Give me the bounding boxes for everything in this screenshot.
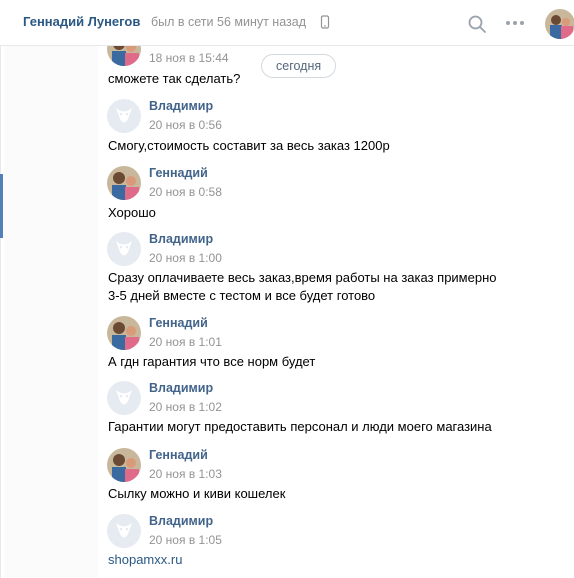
message-author[interactable]: Геннадий [149,316,208,330]
date-separator: сегодня [261,54,337,78]
message-time[interactable]: 18 ноя в 15:44 [149,51,229,65]
avatar[interactable] [107,514,141,548]
avatar[interactable] [107,316,141,350]
message-author[interactable]: Геннадий [149,448,208,462]
message-text: Смогу,стоимость составит за весь заказ 1… [108,138,390,153]
avatar[interactable] [107,166,141,200]
dialogs-column [4,46,98,578]
peer-avatar[interactable] [545,9,574,39]
message-author[interactable]: Владимир [149,99,213,113]
peer-name[interactable]: Геннадий Лунегов [23,14,140,29]
message-author[interactable]: Владимир [149,232,213,246]
search-icon[interactable] [467,14,487,34]
chat-header: Геннадий Лунегов был в сети 56 минут наз… [0,0,574,46]
avatar[interactable] [107,232,141,266]
message-feed[interactable]: 18 ноя в 15:44 сможете так сделать? сего… [99,46,574,578]
message-author[interactable]: Геннадий [149,166,208,180]
message-text: Сылку можно и киви кошелек [108,486,286,501]
message-author[interactable]: Владимир [149,381,213,395]
avatar[interactable] [107,99,141,133]
avatar[interactable] [107,381,141,415]
peer-status: был в сети 56 минут назад [151,15,306,29]
message-text: А гдн гарантия что все норм будет [108,354,316,369]
phone-icon [320,15,330,29]
message-text: Гарантии могут предоставить персонал и л… [108,419,492,434]
message-time[interactable]: 20 ноя в 1:02 [149,400,222,414]
message-text: Хорошо [108,205,156,220]
message-time[interactable]: 20 ноя в 0:56 [149,118,222,132]
message-text: Сразу оплачиваете весь заказ,время работ… [108,270,497,285]
message-time[interactable]: 20 ноя в 1:03 [149,467,222,481]
message-author[interactable]: Владимир [149,514,213,528]
message-time[interactable]: 20 ноя в 0:58 [149,185,222,199]
message-time[interactable]: 20 ноя в 1:01 [149,335,222,349]
active-dialog-indicator [0,174,3,238]
message-link[interactable]: shopamxx.ru [108,551,182,569]
message-time[interactable]: 20 ноя в 1:05 [149,533,222,547]
avatar[interactable] [107,448,141,482]
avatar[interactable] [107,46,141,66]
message-text-line-2: 3-5 дней вместе с тестом и все будет гот… [108,288,376,303]
message-text: сможете так сделать? [108,71,241,86]
message-time[interactable]: 20 ноя в 1:00 [149,251,222,265]
left-rail [0,0,1,578]
more-icon[interactable] [505,16,525,30]
